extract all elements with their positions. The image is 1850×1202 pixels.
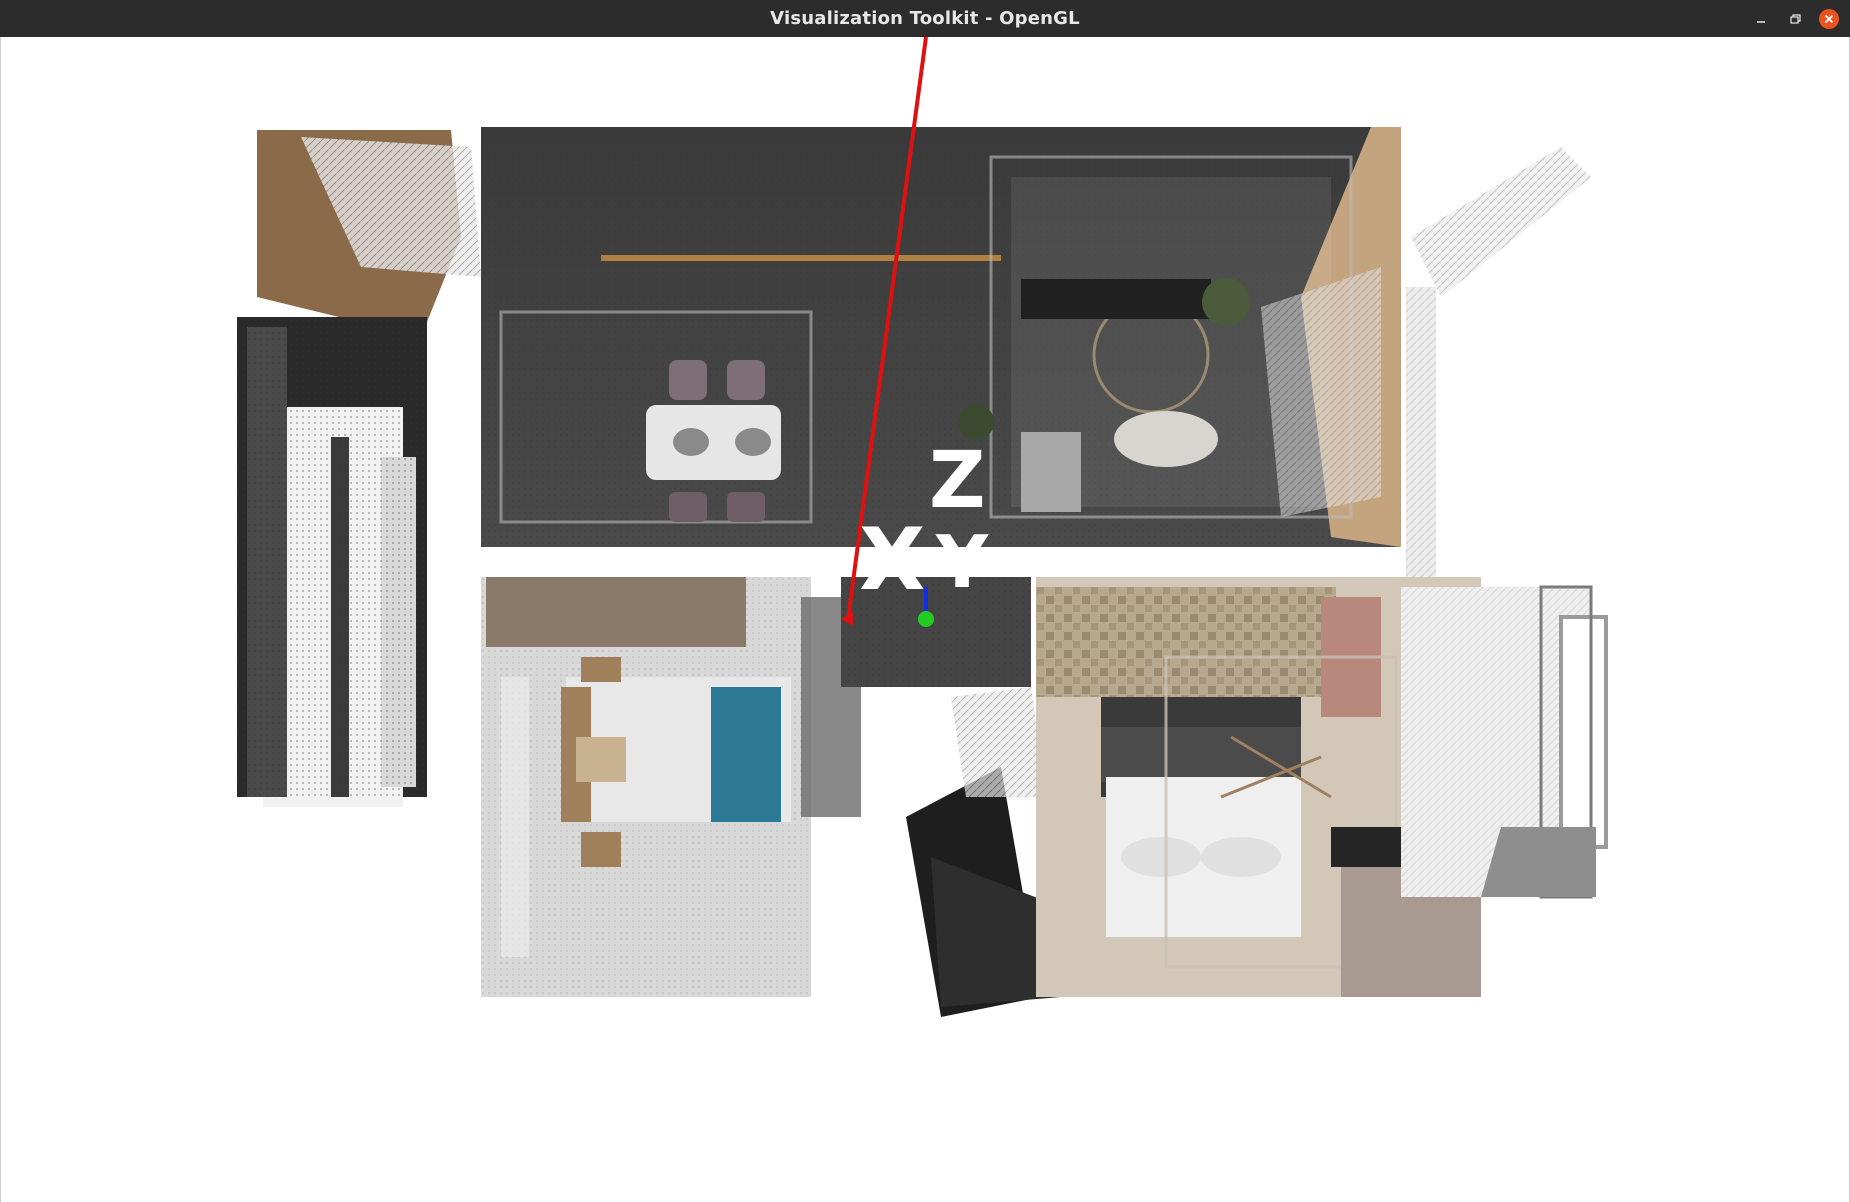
y-axis-label: Y	[935, 520, 989, 604]
render-viewport[interactable]: Z X Y	[0, 37, 1850, 1202]
close-icon	[1824, 14, 1834, 24]
x-axis-label: X	[859, 510, 925, 610]
restore-icon	[1790, 14, 1801, 24]
minimize-icon	[1757, 21, 1765, 23]
left-wall-structure	[237, 130, 481, 807]
corridor	[841, 577, 1061, 1017]
balcony-right	[1401, 585, 1608, 899]
right-wall-structure	[1406, 147, 1591, 577]
y-axis-marker	[918, 611, 934, 627]
restore-button[interactable]	[1785, 9, 1805, 29]
point-cloud-scene[interactable]: Z X Y	[1, 37, 1850, 1202]
bedroom-left	[481, 577, 861, 997]
close-button[interactable]	[1819, 9, 1839, 29]
minimize-button[interactable]	[1751, 9, 1771, 29]
window-titlebar[interactable]: Visualization Toolkit - OpenGL	[0, 0, 1850, 37]
z-axis-label: Z	[929, 436, 986, 526]
window-title: Visualization Toolkit - OpenGL	[770, 8, 1080, 29]
